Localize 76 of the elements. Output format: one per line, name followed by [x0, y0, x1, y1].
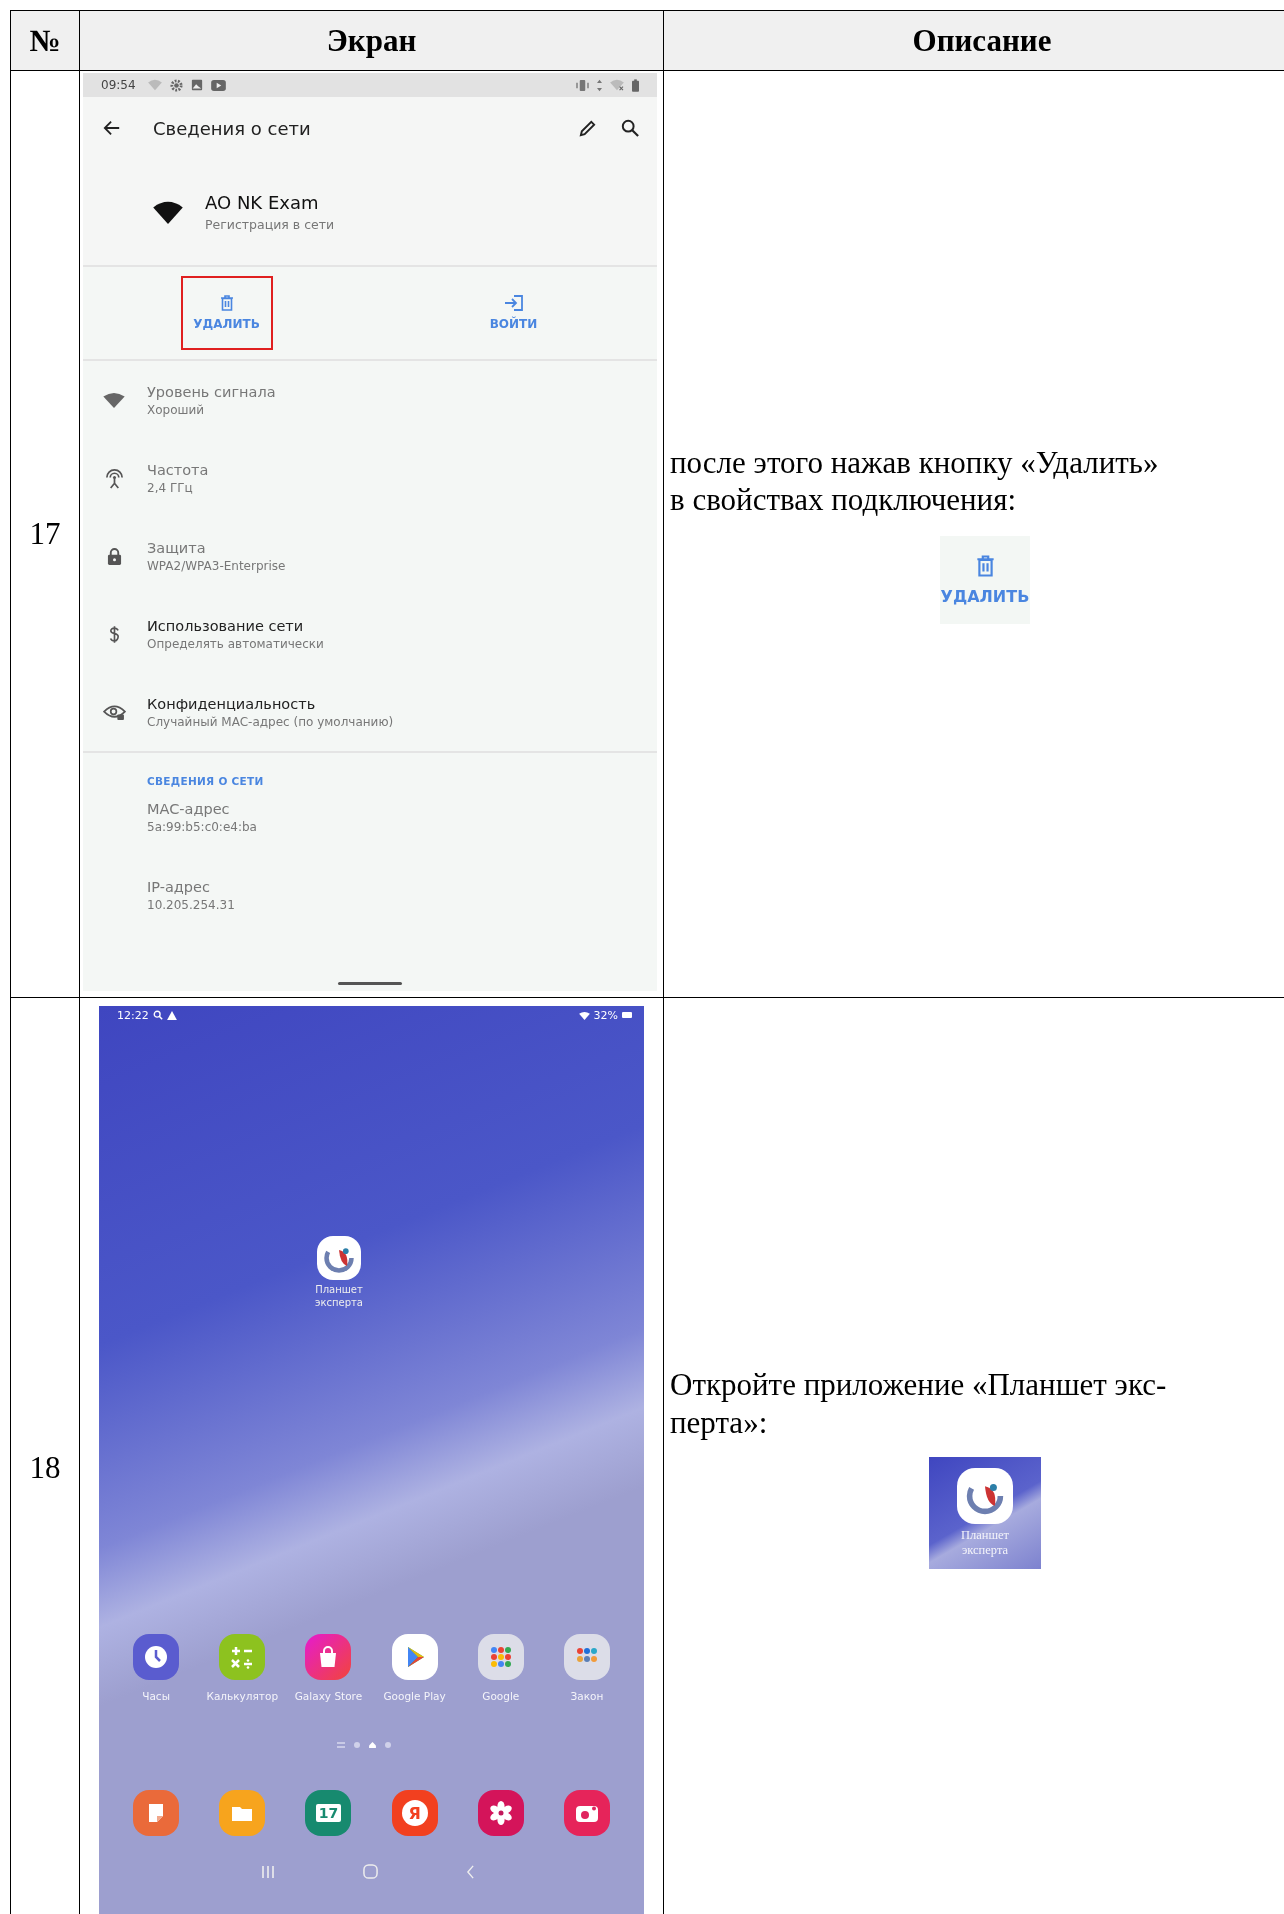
- app-label: Google Play: [383, 1690, 446, 1702]
- app-icon[interactable]: [133, 1634, 180, 1680]
- video-icon: [210, 79, 226, 91]
- app-label: Galaxy Store: [294, 1690, 363, 1702]
- gear-icon: [169, 78, 183, 92]
- setting-value: Определять автоматически: [147, 636, 324, 651]
- gesture-handle: [338, 982, 402, 985]
- instruction-text: после этого нажав кнопку «Удалить» в свойствах подключения:: [670, 443, 1160, 519]
- instruction-text: Откройте приложение «Планшет экс- перта»:: [670, 1366, 1168, 1441]
- column-header: Экран: [326, 22, 417, 59]
- image-icon: [190, 79, 203, 91]
- setting-value: 2,4 ГГц: [147, 480, 194, 495]
- app-logo-icon: [957, 1467, 1013, 1524]
- dollar-icon: [108, 624, 120, 644]
- page-dot[interactable]: [384, 1742, 391, 1748]
- screen-title: Сведения о сети: [153, 117, 311, 139]
- section-header: СВЕДЕНИЯ О СЕТИ: [147, 775, 265, 787]
- data-arrows-icon: [597, 78, 602, 92]
- setting-title: Уровень сигнала: [147, 383, 276, 400]
- app-logo-icon[interactable]: [317, 1236, 361, 1280]
- back-arrow-icon[interactable]: [103, 119, 121, 137]
- app-icon[interactable]: 17: [305, 1790, 352, 1836]
- setting-title: Частота: [147, 461, 209, 478]
- delete-button[interactable]: УДАЛИТЬ: [180, 276, 273, 350]
- network-status: Регистрация в сети: [205, 217, 335, 232]
- row-number: 18: [29, 1449, 61, 1486]
- column-header: Описание: [912, 22, 1052, 59]
- setting-title: Конфиденциальность: [147, 695, 317, 712]
- login-icon: [503, 295, 524, 311]
- back-icon[interactable]: [465, 1864, 475, 1879]
- setting-value: Случайный MAC-адрес (по умолчанию): [147, 714, 394, 729]
- vibrate-icon: [576, 79, 589, 91]
- row-number: 17: [29, 516, 61, 552]
- app-icon[interactable]: [305, 1634, 352, 1680]
- app-label: Калькулятор: [206, 1690, 279, 1702]
- status-time: 12:22: [117, 1008, 149, 1022]
- app-label: Закон: [570, 1690, 604, 1702]
- setting-title: Защита: [147, 539, 207, 556]
- status-time: 09:54: [101, 78, 136, 92]
- wifi-icon: [578, 1010, 590, 1020]
- search-icon[interactable]: [621, 119, 639, 137]
- warning-icon: [166, 1010, 177, 1020]
- recent-apps-icon[interactable]: [260, 1864, 275, 1879]
- app-icon[interactable]: [219, 1634, 266, 1680]
- network-name: AO NK Exam: [205, 192, 320, 213]
- lock-icon: [106, 546, 122, 566]
- app-icon[interactable]: [133, 1790, 180, 1836]
- battery-icon: [632, 78, 639, 92]
- home-icon[interactable]: [362, 1864, 378, 1879]
- wifi-icon: [153, 200, 183, 224]
- search-icon: [152, 1010, 163, 1020]
- antenna-icon: [103, 467, 125, 489]
- app-label: Планшет эксперта: [315, 1284, 363, 1309]
- eye-lock-icon: [102, 703, 126, 721]
- battery-icon: [622, 1012, 632, 1018]
- wifi-icon: [103, 392, 125, 408]
- wifi-off-icon: [610, 79, 624, 91]
- app-label: Часы: [142, 1690, 170, 1702]
- app-label: Google: [482, 1690, 520, 1702]
- detail-value: 5a:99:b5:c0:e4:ba: [147, 820, 258, 834]
- home-page-icon[interactable]: [368, 1742, 376, 1748]
- detail-value: 10.205.254.31: [147, 898, 236, 912]
- setting-value: WPA2/WPA3-Enterprise: [147, 558, 286, 573]
- page-dot[interactable]: [353, 1742, 360, 1748]
- setting-value: Хороший: [147, 402, 206, 417]
- battery-percent: 32%: [593, 1008, 618, 1022]
- column-header: №: [29, 22, 61, 59]
- setting-title: Использование сети: [147, 617, 305, 634]
- login-button[interactable]: ВОЙТИ: [467, 276, 560, 350]
- detail-title: MAC-адрес: [147, 801, 231, 817]
- trash-icon: [975, 554, 995, 577]
- app-label: Планшет эксперта: [960, 1527, 1010, 1558]
- detail-title: IP-адрес: [147, 879, 211, 895]
- pencil-icon[interactable]: [578, 118, 597, 138]
- trash-icon: [219, 295, 234, 311]
- app-icon[interactable]: [219, 1790, 266, 1836]
